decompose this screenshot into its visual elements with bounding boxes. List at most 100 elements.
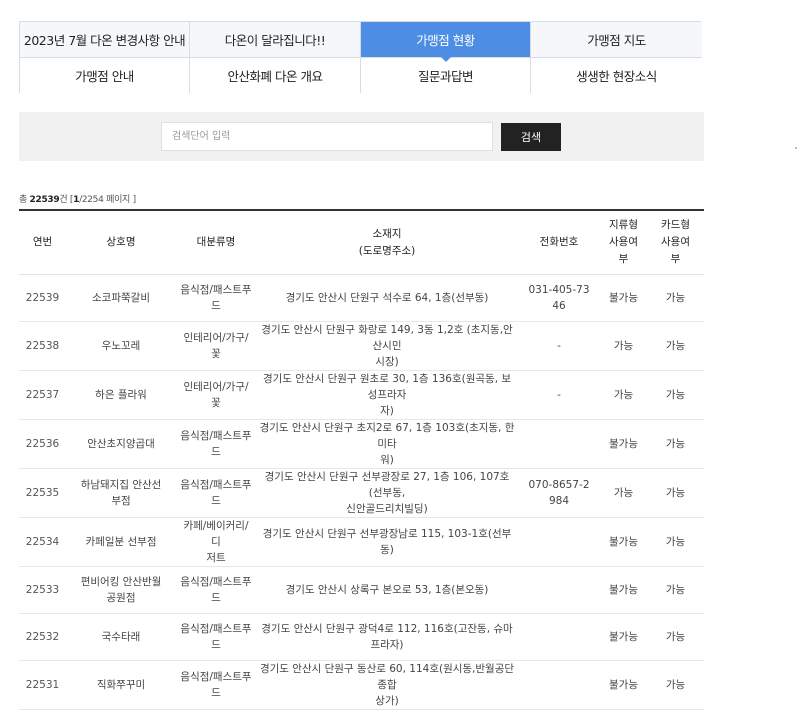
count-unit: 건 [ (59, 195, 74, 205)
table-row[interactable]: 22533 편비어킹 안산반월 공원점 음식점/패스트푸 드 경기도 안산시 상록구 본오… (19, 566, 704, 614)
header-card: 카드형 사용여 부 (647, 210, 704, 275)
cell-paper: 불가능 (600, 419, 647, 469)
table-row[interactable]: 22536 안산초지양곱대 음식점/패스트푸 드 경기도 안산시 단원구 초지2로 67… (19, 419, 704, 469)
cell-index: 22538 (19, 321, 66, 371)
cell-index: 22539 (19, 274, 66, 322)
tab-6[interactable]: 안산화폐 다온 개요 (190, 58, 361, 93)
cell-index: 22531 (19, 660, 66, 710)
tab-1[interactable]: 2023년 7월 다온 변경사항 안내 (20, 22, 190, 58)
merchant-table: 연번 상호명 대분류명 소재지 (도로명주소) 전화번호 지류형 사용여 부 카드형 사용여 부 22… (19, 209, 704, 710)
result-count: 총 22539건 [1/2254 페이지 ] (19, 192, 136, 205)
cell-name: 편비어킹 안산반월 공원점 (66, 566, 176, 614)
cell-paper: 불가능 (600, 517, 647, 567)
cell-address: 경기도 안산시 단원구 선부광장로 27, 1층 106, 107호(선부동, 신… (256, 468, 518, 518)
header-name: 상호명 (66, 210, 176, 275)
cell-category: 인테리어/가구/꽃 (176, 370, 256, 420)
cell-category: 음식점/패스트푸 드 (176, 566, 256, 614)
cell-category: 음식점/패스트푸 드 (176, 468, 256, 518)
cell-index: 22534 (19, 517, 66, 567)
cell-name: 카페일분 선부점 (66, 517, 176, 567)
tab-5[interactable]: 가맹점 안내 (20, 58, 190, 93)
cell-card: 가능 (647, 274, 704, 322)
total-pages: /2254 페이지 ] (79, 195, 136, 205)
table-row[interactable]: 22535 하남돼지집 안산선 부점 음식점/패스트푸 드 경기도 안산시 단원구 선부광… (19, 468, 704, 518)
cell-card: 가능 (647, 468, 704, 518)
tab-4[interactable]: 가맹점 지도 (531, 22, 702, 58)
cell-category: 카페/베이커리/디 저트 (176, 517, 256, 567)
header-address: 소재지 (도로명주소) (256, 210, 518, 275)
table-body: 22539 소코파쭉갈비 음식점/패스트푸 드 경기도 안산시 단원구 석수로 64, … (19, 274, 704, 710)
count-total: 22539 (29, 195, 60, 205)
cell-paper: 불가능 (600, 660, 647, 710)
cell-paper: 가능 (600, 468, 647, 518)
cell-category: 음식점/패스트푸 드 (176, 274, 256, 322)
cell-address: 경기도 안산시 단원구 원초로 30, 1층 136호(원곡동, 보성프라자 자) (256, 370, 518, 420)
cell-category: 인테리어/가구/꽃 (176, 321, 256, 371)
cell-category: 음식점/패스트푸 드 (176, 419, 256, 469)
cell-name: 안산초지양곱대 (66, 419, 176, 469)
tab-2[interactable]: 다온이 달라집니다!! (190, 22, 361, 58)
cell-category: 음식점/패스트푸 드 (176, 613, 256, 661)
tab-7[interactable]: 질문과답변 (361, 58, 531, 93)
header-paper: 지류형 사용여 부 (600, 210, 647, 275)
search-button[interactable]: 검색 (501, 123, 561, 151)
cell-card: 가능 (647, 321, 704, 371)
cell-phone: 031-405-73 46 (518, 274, 600, 322)
cell-category: 음식점/패스트푸 드 (176, 660, 256, 710)
cell-index: 22537 (19, 370, 66, 420)
cell-address: 경기도 안산시 단원구 선부광장남로 115, 103-1호(선부동) (256, 517, 518, 567)
cell-phone: - (518, 321, 600, 371)
cell-name: 하은 플라워 (66, 370, 176, 420)
cell-index: 22533 (19, 566, 66, 614)
count-prefix: 총 (19, 195, 27, 205)
cell-phone (518, 517, 600, 567)
menu-tabs: 2023년 7월 다온 변경사항 안내 다온이 달라집니다!! 가맹점 현황 가맹점 … (19, 21, 702, 93)
cell-index: 22535 (19, 468, 66, 518)
search-input[interactable] (161, 122, 493, 151)
cell-address: 경기도 안산시 단원구 초지2로 67, 1층 103호(초지동, 한미타 워) (256, 419, 518, 469)
cell-phone (518, 419, 600, 469)
cell-name: 하남돼지집 안산선 부점 (66, 468, 176, 518)
cell-phone: 070-8657-2 984 (518, 468, 600, 518)
cell-address: 경기도 안산시 단원구 석수로 64, 1층(선부동) (256, 274, 518, 322)
table-row[interactable]: 22538 우노꼬레 인테리어/가구/꽃 경기도 안산시 단원구 화랑로 149, 3… (19, 321, 704, 371)
cell-index: 22532 (19, 613, 66, 661)
cell-phone: - (518, 370, 600, 420)
header-phone: 전화번호 (518, 210, 600, 275)
cell-paper: 불가능 (600, 613, 647, 661)
header-index: 연번 (19, 210, 66, 275)
cell-card: 가능 (647, 419, 704, 469)
table-row[interactable]: 22537 하은 플라워 인테리어/가구/꽃 경기도 안산시 단원구 원초로 30, … (19, 370, 704, 420)
tab-3[interactable]: 가맹점 현황 (361, 22, 531, 62)
table-row[interactable]: 22531 직화쭈꾸미 음식점/패스트푸 드 경기도 안산시 단원구 동산로 60, 1… (19, 660, 704, 710)
cell-name: 우노꼬레 (66, 321, 176, 371)
cell-paper: 가능 (600, 370, 647, 420)
cell-index: 22536 (19, 419, 66, 469)
table-row[interactable]: 22539 소코파쭉갈비 음식점/패스트푸 드 경기도 안산시 단원구 석수로 64, … (19, 274, 704, 322)
table-header-row: 연번 상호명 대분류명 소재지 (도로명주소) 전화번호 지류형 사용여 부 카드형 사용여 부 (19, 210, 704, 275)
cell-name: 직화쭈꾸미 (66, 660, 176, 710)
cell-card: 가능 (647, 660, 704, 710)
cell-address: 경기도 안산시 상록구 본오로 53, 1층(본오동) (256, 566, 518, 614)
cell-paper: 불가능 (600, 566, 647, 614)
search-area: 검색 (19, 112, 704, 161)
cell-address: 경기도 안산시 단원구 동산로 60, 114호(원시동,반월공단종합 상가) (256, 660, 518, 710)
header-category: 대분류명 (176, 210, 256, 275)
cell-card: 가능 (647, 517, 704, 567)
table-row[interactable]: 22532 국수타래 음식점/패스트푸 드 경기도 안산시 단원구 광덕4로 112, … (19, 613, 704, 661)
cell-card: 가능 (647, 566, 704, 614)
tab-8[interactable]: 생생한 현장소식 (531, 58, 702, 93)
cell-card: 가능 (647, 613, 704, 661)
cell-card: 가능 (647, 370, 704, 420)
cell-phone (518, 660, 600, 710)
decorative-dot (795, 147, 797, 149)
cell-name: 국수타래 (66, 613, 176, 661)
cell-address: 경기도 안산시 단원구 광덕4로 112, 116호(고잔동, 슈마프라자) (256, 613, 518, 661)
cell-paper: 불가능 (600, 274, 647, 322)
cell-phone (518, 613, 600, 661)
cell-paper: 가능 (600, 321, 647, 371)
cell-address: 경기도 안산시 단원구 화랑로 149, 3동 1,2호 (초지동,안산시민 시장… (256, 321, 518, 371)
table-row[interactable]: 22534 카페일분 선부점 카페/베이커리/디 저트 경기도 안산시 단원구 선부광장… (19, 517, 704, 567)
cell-name: 소코파쭉갈비 (66, 274, 176, 322)
cell-phone (518, 566, 600, 614)
